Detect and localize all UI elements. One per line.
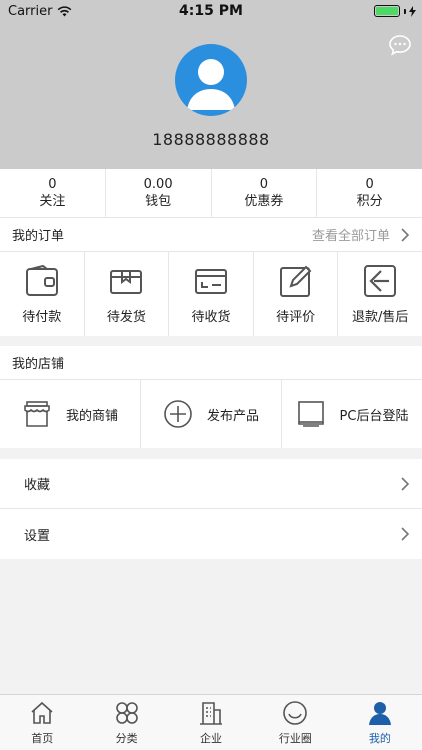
tab-mine[interactable]: 我的 (338, 695, 422, 750)
card-icon (194, 268, 227, 294)
shop-actions: 我的商铺 发布产品 PC后台登陆 (0, 380, 422, 448)
stat-value: 0 (365, 177, 374, 192)
tab-industry-circle[interactable]: 行业圈 (253, 695, 337, 750)
phone-number: 18888888888 (152, 130, 270, 149)
wallet-icon (25, 264, 58, 296)
view-all-orders-label: 查看全部订单 (311, 229, 390, 244)
order-pending-review[interactable]: 待评价 (254, 252, 339, 336)
stat-label: 钱包 (145, 194, 172, 209)
user-icon (368, 701, 391, 725)
tab-home[interactable]: 首页 (0, 695, 84, 750)
stat-label: 积分 (356, 194, 383, 209)
stat-value: 0 (48, 177, 57, 192)
store-icon (24, 401, 50, 427)
package-icon (110, 269, 143, 294)
order-label: 待收货 (191, 309, 231, 325)
shop-item-label: 发布产品 (206, 408, 259, 424)
stat-follow[interactable]: 0 关注 (0, 169, 106, 217)
menu-settings[interactable]: 设置 (0, 509, 422, 559)
chevron-right-icon (401, 527, 410, 541)
view-all-orders-link[interactable]: 查看全部订单 (312, 225, 410, 244)
order-pending-shipment[interactable]: 待发货 (85, 252, 170, 336)
pc-backend-login-button[interactable]: PC后台登陆 (282, 380, 422, 448)
orders-header: 我的订单 查看全部订单 (0, 218, 422, 252)
tab-enterprise[interactable]: 企业 (169, 695, 253, 750)
order-refund[interactable]: 退款/售后 (338, 252, 422, 336)
return-icon (364, 264, 397, 297)
tab-label: 行业圈 (278, 731, 312, 745)
edit-icon (279, 265, 311, 297)
smile-icon (283, 700, 308, 725)
monitor-icon (297, 401, 324, 427)
plus-circle-icon (164, 400, 192, 428)
status-bar: Carrier 4:15 PM (0, 0, 422, 22)
tab-category[interactable]: 分类 (84, 695, 168, 750)
orders-title: 我的订单 (12, 229, 65, 244)
stat-label: 优惠券 (244, 194, 284, 209)
stat-label: 关注 (39, 194, 66, 209)
tab-label: 首页 (31, 731, 54, 745)
order-label: 待付款 (22, 309, 62, 325)
menu-label: 收藏 (24, 478, 51, 493)
tab-label: 我的 (368, 731, 391, 745)
stat-coupons[interactable]: 0 优惠券 (212, 169, 318, 217)
wifi-icon (58, 5, 72, 16)
shop-title: 我的店铺 (12, 357, 65, 372)
message-icon[interactable] (388, 34, 412, 56)
building-icon (200, 701, 223, 725)
publish-product-button[interactable]: 发布产品 (141, 380, 282, 448)
stat-value: 0.00 (143, 177, 173, 192)
order-pending-payment[interactable]: 待付款 (0, 252, 85, 336)
battery-icon (374, 5, 416, 17)
charging-icon (409, 5, 416, 17)
tab-bar: 首页 分类 企业 行业圈 我的 (0, 694, 422, 750)
category-icon (115, 701, 138, 724)
stat-value: 0 (259, 177, 269, 192)
shop-header: 我的店铺 (0, 346, 422, 380)
order-status-grid: 待付款 待发货 待收货 待评价 退款/售后 (0, 252, 422, 336)
avatar[interactable] (175, 44, 247, 116)
home-icon (31, 701, 53, 724)
tab-label: 企业 (200, 731, 223, 745)
chevron-right-icon (401, 476, 410, 491)
tab-label: 分类 (115, 731, 138, 745)
chevron-right-icon (401, 227, 410, 242)
stat-wallet[interactable]: 0.00 钱包 (106, 169, 212, 217)
menu-favorites[interactable]: 收藏 (0, 459, 422, 509)
order-pending-receipt[interactable]: 待收货 (169, 252, 254, 336)
profile-header: 18888888888 (0, 0, 422, 169)
menu-label: 设置 (24, 528, 51, 544)
order-label: 待评价 (276, 309, 316, 325)
carrier-label: Carrier (8, 3, 53, 19)
stat-points[interactable]: 0 积分 (317, 169, 422, 217)
shop-item-label: 我的商铺 (65, 408, 118, 424)
my-store-button[interactable]: 我的商铺 (0, 380, 141, 448)
user-avatar-icon (187, 59, 235, 110)
order-label: 退款/售后 (351, 309, 409, 325)
order-label: 待发货 (106, 309, 146, 325)
stats-bar: 0 关注 0.00 钱包 0 优惠券 0 积分 (0, 169, 422, 218)
shop-item-label: PC后台登陆 (339, 408, 409, 424)
